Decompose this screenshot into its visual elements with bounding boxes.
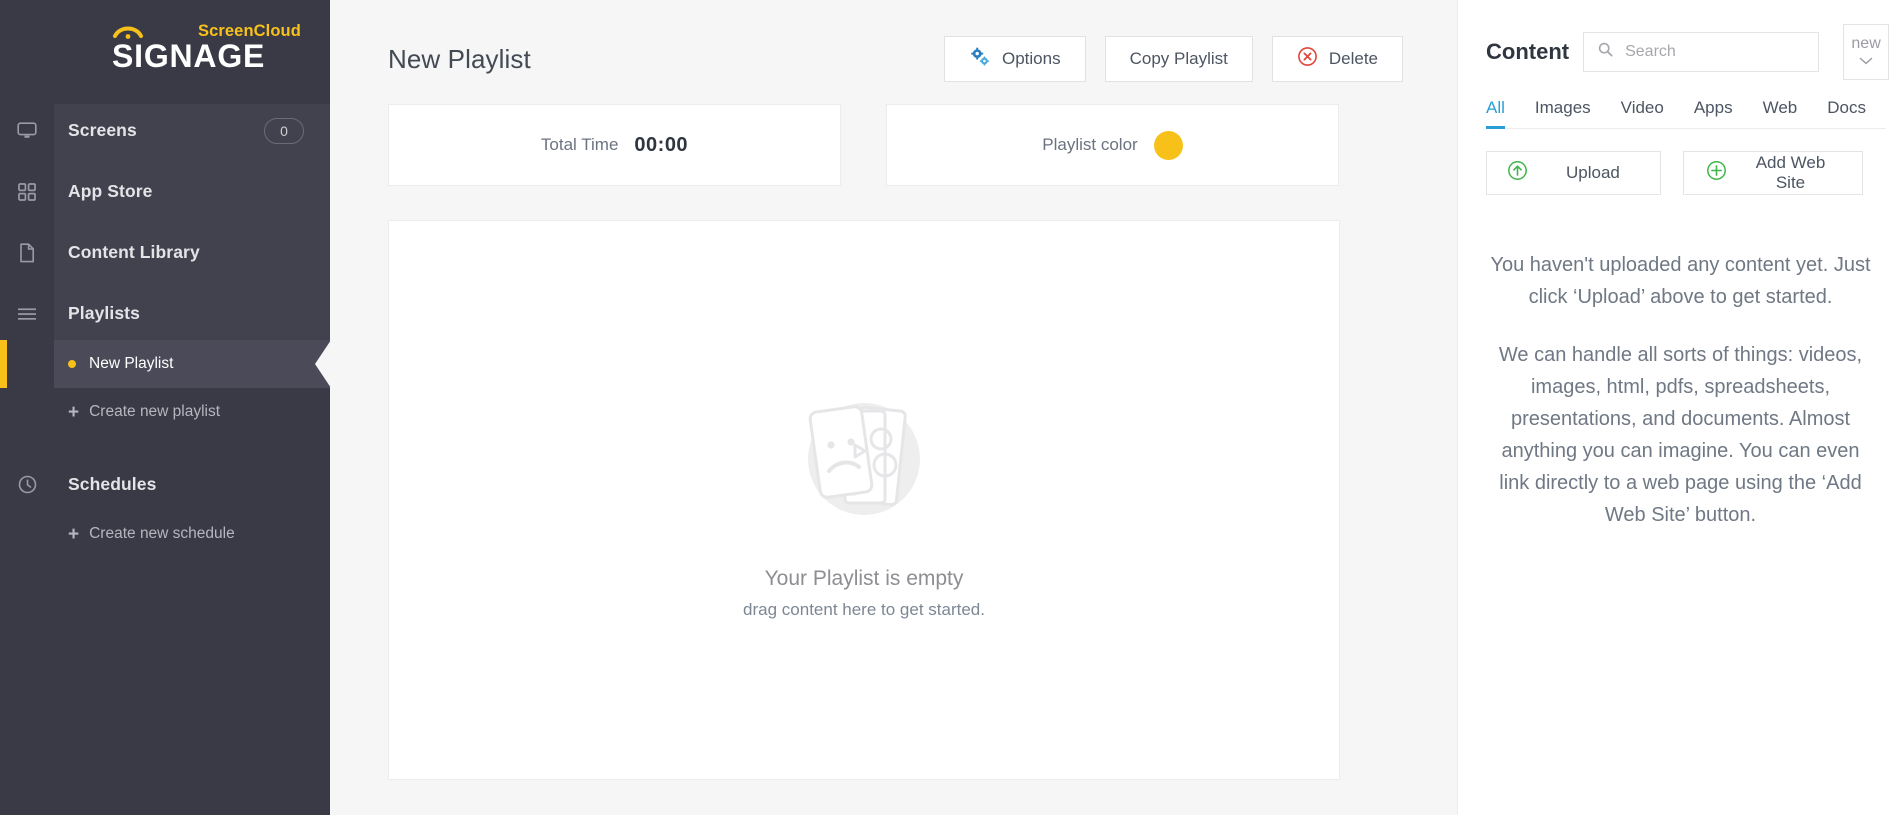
- sidebar-subitem-label: Create new schedule: [89, 525, 235, 542]
- delete-circle-icon: [1297, 46, 1318, 72]
- copy-playlist-button[interactable]: Copy Playlist: [1104, 36, 1253, 82]
- plus-icon: +: [68, 523, 80, 545]
- total-time-card: Total Time 00:00: [388, 104, 841, 186]
- content-tabs: All Images Video Apps Web Docs: [1486, 98, 1886, 129]
- app-root: ScreenCloud SIGNAGE Screens 0 App Store …: [0, 0, 1903, 815]
- sidebar-item-playlists[interactable]: Playlists: [0, 287, 330, 340]
- tab-label: Docs: [1827, 98, 1866, 117]
- main-header: New Playlist Options Copy Playlist Delet…: [330, 0, 1457, 92]
- sidebar-item-app-store[interactable]: App Store: [0, 165, 330, 218]
- sidebar-item-label: Playlists: [68, 303, 140, 323]
- sad-media-cards-icon: [789, 387, 939, 537]
- options-button[interactable]: Options: [944, 36, 1086, 82]
- playlist-empty-title: Your Playlist is empty: [764, 567, 964, 590]
- summary-cards: Total Time 00:00 Playlist color: [388, 104, 1457, 186]
- content-empty-paragraph-2: We can handle all sorts of things: video…: [1498, 344, 1863, 526]
- tab-web[interactable]: Web: [1763, 98, 1798, 128]
- nav-divider: [0, 157, 330, 165]
- content-empty-state: You haven't uploaded any content yet. Ju…: [1488, 249, 1873, 531]
- content-panel-header: Content new: [1458, 0, 1903, 80]
- active-pointer-notch: [315, 340, 330, 388]
- playlist-color-label: Playlist color: [1042, 135, 1138, 154]
- tab-all[interactable]: All: [1486, 98, 1505, 129]
- sidebar-item-new-playlist[interactable]: New Playlist: [0, 340, 330, 388]
- clock-icon: [0, 475, 54, 494]
- gears-icon: [969, 46, 991, 73]
- total-time-value: 00:00: [634, 133, 689, 156]
- sidebar-item-label: Content Library: [68, 242, 200, 262]
- main-content: New Playlist Options Copy Playlist Delet…: [330, 0, 1457, 815]
- active-accent-bar: [0, 340, 7, 388]
- content-actions: Upload Add Web Site: [1486, 151, 1903, 195]
- new-dropdown-label: new: [1851, 34, 1881, 52]
- new-dropdown-button[interactable]: new: [1843, 24, 1890, 80]
- logo-product-text: SIGNAGE: [112, 38, 266, 74]
- sidebar: ScreenCloud SIGNAGE Screens 0 App Store …: [0, 0, 330, 815]
- tab-docs[interactable]: Docs: [1827, 98, 1866, 128]
- sidebar-item-label: Screens: [68, 120, 137, 140]
- tab-apps[interactable]: Apps: [1694, 98, 1733, 128]
- sidebar-create-new-playlist[interactable]: + Create new playlist: [0, 388, 330, 436]
- document-icon: [0, 242, 54, 263]
- page-title: New Playlist: [388, 43, 531, 74]
- tab-label: Video: [1620, 98, 1664, 117]
- playlist-color-dot-icon: [68, 360, 76, 368]
- upload-circle-icon: [1507, 160, 1528, 186]
- sidebar-item-content-library[interactable]: Content Library: [0, 226, 330, 279]
- tab-label: All: [1486, 98, 1505, 117]
- sidebar-item-label: Schedules: [68, 473, 157, 494]
- plus-icon: +: [68, 401, 80, 423]
- plus-circle-icon: [1706, 160, 1727, 186]
- list-icon: [0, 307, 54, 321]
- sidebar-item-label: App Store: [68, 181, 153, 201]
- search-box[interactable]: [1583, 32, 1820, 72]
- sidebar-nav: Screens 0 App Store Content Library Play…: [0, 104, 330, 558]
- nav-gap: [0, 436, 330, 458]
- tab-images[interactable]: Images: [1535, 98, 1591, 128]
- grid-icon: [0, 182, 54, 201]
- sidebar-subitem-label: New Playlist: [89, 355, 174, 372]
- content-panel-title: Content: [1486, 39, 1570, 64]
- playlist-empty-subtitle: drag content here to get started.: [743, 600, 985, 619]
- sidebar-item-schedules[interactable]: Schedules: [0, 457, 330, 511]
- header-actions: Options Copy Playlist Delete: [944, 36, 1403, 82]
- chevron-down-icon: [1859, 53, 1873, 69]
- upload-button-label: Upload: [1566, 163, 1620, 182]
- tab-label: Images: [1534, 98, 1591, 117]
- screens-count-badge: 0: [264, 117, 304, 144]
- sidebar-item-screens[interactable]: Screens 0: [0, 104, 330, 157]
- options-button-label: Options: [1002, 49, 1061, 68]
- search-icon: [1598, 42, 1613, 62]
- monitor-icon: [0, 122, 54, 139]
- add-web-site-button[interactable]: Add Web Site: [1683, 151, 1863, 195]
- total-time-label: Total Time: [540, 135, 619, 154]
- delete-button-label: Delete: [1328, 49, 1378, 68]
- sidebar-subitem-label: Create new playlist: [89, 403, 221, 420]
- add-web-site-button-label: Add Web Site: [1755, 153, 1826, 192]
- search-input[interactable]: [1625, 43, 1796, 61]
- sidebar-create-new-schedule[interactable]: + Create new schedule: [0, 510, 330, 558]
- copy-playlist-button-label: Copy Playlist: [1129, 49, 1228, 68]
- playlist-color-card: Playlist color: [886, 104, 1339, 186]
- app-logo[interactable]: ScreenCloud SIGNAGE: [0, 0, 330, 104]
- tab-label: Web: [1762, 98, 1798, 117]
- nav-divider: [0, 279, 330, 287]
- playlist-dropzone[interactable]: Your Playlist is empty drag content here…: [388, 220, 1340, 780]
- playlist-color-swatch[interactable]: [1153, 130, 1183, 160]
- content-empty-paragraph-1: You haven't uploaded any content yet. Ju…: [1490, 254, 1871, 308]
- upload-button[interactable]: Upload: [1486, 151, 1661, 195]
- tab-label: Apps: [1693, 98, 1733, 117]
- tab-video[interactable]: Video: [1621, 98, 1664, 128]
- delete-button[interactable]: Delete: [1271, 36, 1403, 82]
- content-panel: Content new All: [1457, 0, 1903, 815]
- nav-divider: [0, 218, 330, 226]
